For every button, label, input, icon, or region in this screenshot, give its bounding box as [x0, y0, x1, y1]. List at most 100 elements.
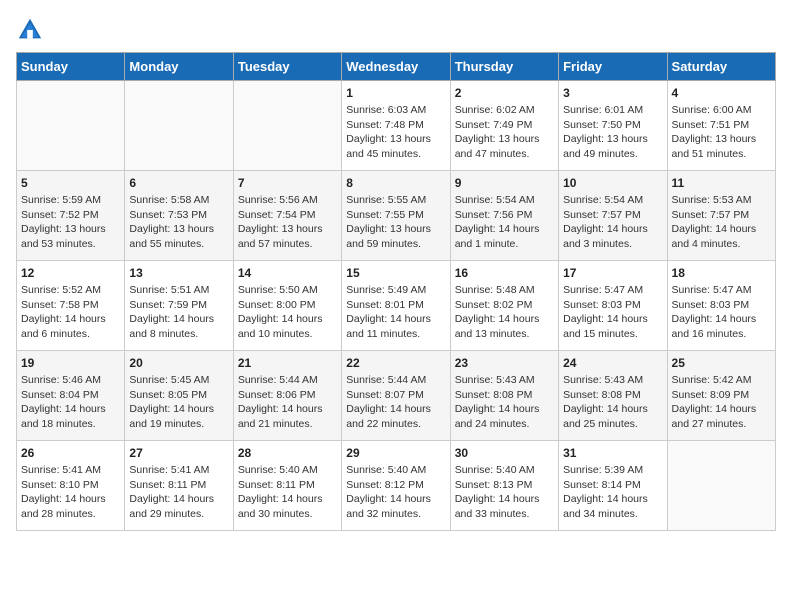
- header-day-wednesday: Wednesday: [342, 53, 450, 81]
- calendar-cell: 3 Sunrise: 6:01 AM Sunset: 7:50 PM Daylig…: [559, 81, 667, 171]
- calendar-cell: [233, 81, 341, 171]
- calendar-cell: 14 Sunrise: 5:50 AM Sunset: 8:00 PM Dayli…: [233, 261, 341, 351]
- day-number: 3: [563, 86, 662, 100]
- day-info: Sunrise: 5:54 AM Sunset: 7:56 PM Dayligh…: [455, 193, 554, 252]
- calendar-week-row: 1 Sunrise: 6:03 AM Sunset: 7:48 PM Daylig…: [17, 81, 776, 171]
- day-info: Sunrise: 6:03 AM Sunset: 7:48 PM Dayligh…: [346, 103, 445, 162]
- day-number: 19: [21, 356, 120, 370]
- calendar-week-row: 19Sunrise: 5:46 AM Sunset: 8:04 PM Dayli…: [17, 351, 776, 441]
- day-number: 9: [455, 176, 554, 190]
- day-number: 30: [455, 446, 554, 460]
- day-number: 17: [563, 266, 662, 280]
- calendar-cell: 22 Sunrise: 5:44 AM Sunset: 8:07 PM Dayli…: [342, 351, 450, 441]
- calendar-table: SundayMondayTuesdayWednesdayThursdayFrid…: [16, 52, 776, 531]
- calendar-week-row: 5 Sunrise: 5:59 AM Sunset: 7:52 PM Daylig…: [17, 171, 776, 261]
- day-number: 26: [21, 446, 120, 460]
- day-number: 24: [563, 356, 662, 370]
- day-info: Sunrise: 5:56 AM Sunset: 7:54 PM Dayligh…: [238, 193, 337, 252]
- calendar-cell: 21 Sunrise: 5:44 AM Sunset: 8:06 PM Dayli…: [233, 351, 341, 441]
- day-number: 22: [346, 356, 445, 370]
- day-number: 8: [346, 176, 445, 190]
- calendar-cell: [125, 81, 233, 171]
- calendar-cell: 28 Sunrise: 5:40 AM Sunset: 8:11 PM Dayli…: [233, 441, 341, 531]
- day-info: Sunrise: 5:40 AM Sunset: 8:12 PM Dayligh…: [346, 463, 445, 522]
- day-info: Sunrise: 6:02 AM Sunset: 7:49 PM Dayligh…: [455, 103, 554, 162]
- day-info: Sunrise: 5:40 AM Sunset: 8:11 PM Dayligh…: [238, 463, 337, 522]
- day-number: 10: [563, 176, 662, 190]
- day-info: Sunrise: 5:43 AM Sunset: 8:08 PM Dayligh…: [563, 373, 662, 432]
- day-number: 14: [238, 266, 337, 280]
- day-info: Sunrise: 5:43 AM Sunset: 8:08 PM Dayligh…: [455, 373, 554, 432]
- calendar-cell: 20 Sunrise: 5:45 AM Sunset: 8:05 PM Dayli…: [125, 351, 233, 441]
- day-info: Sunrise: 6:00 AM Sunset: 7:51 PM Dayligh…: [672, 103, 771, 162]
- day-info: Sunrise: 5:53 AM Sunset: 7:57 PM Dayligh…: [672, 193, 771, 252]
- day-number: 15: [346, 266, 445, 280]
- day-number: 18: [672, 266, 771, 280]
- calendar-cell: 31Sunrise: 5:39 AM Sunset: 8:14 PM Dayli…: [559, 441, 667, 531]
- calendar-cell: 17 Sunrise: 5:47 AM Sunset: 8:03 PM Dayli…: [559, 261, 667, 351]
- calendar-cell: 1 Sunrise: 6:03 AM Sunset: 7:48 PM Daylig…: [342, 81, 450, 171]
- day-info: Sunrise: 5:50 AM Sunset: 8:00 PM Dayligh…: [238, 283, 337, 342]
- day-number: 1: [346, 86, 445, 100]
- calendar-cell: 12 Sunrise: 5:52 AM Sunset: 7:58 PM Dayli…: [17, 261, 125, 351]
- calendar-cell: 7 Sunrise: 5:56 AM Sunset: 7:54 PM Daylig…: [233, 171, 341, 261]
- logo: [16, 16, 48, 44]
- calendar-week-row: 26 Sunrise: 5:41 AM Sunset: 8:10 PM Dayli…: [17, 441, 776, 531]
- day-number: 2: [455, 86, 554, 100]
- calendar-week-row: 12 Sunrise: 5:52 AM Sunset: 7:58 PM Dayli…: [17, 261, 776, 351]
- day-info: Sunrise: 5:54 AM Sunset: 7:57 PM Dayligh…: [563, 193, 662, 252]
- day-number: 21: [238, 356, 337, 370]
- day-number: 5: [21, 176, 120, 190]
- day-info: Sunrise: 6:01 AM Sunset: 7:50 PM Dayligh…: [563, 103, 662, 162]
- calendar-cell: 23 Sunrise: 5:43 AM Sunset: 8:08 PM Dayli…: [450, 351, 558, 441]
- calendar-cell: 15 Sunrise: 5:49 AM Sunset: 8:01 PM Dayli…: [342, 261, 450, 351]
- calendar-cell: 9 Sunrise: 5:54 AM Sunset: 7:56 PM Daylig…: [450, 171, 558, 261]
- calendar-cell: 13 Sunrise: 5:51 AM Sunset: 7:59 PM Dayli…: [125, 261, 233, 351]
- calendar-cell: 24 Sunrise: 5:43 AM Sunset: 8:08 PM Dayli…: [559, 351, 667, 441]
- day-number: 16: [455, 266, 554, 280]
- calendar-cell: [17, 81, 125, 171]
- day-number: 29: [346, 446, 445, 460]
- day-info: Sunrise: 5:51 AM Sunset: 7:59 PM Dayligh…: [129, 283, 228, 342]
- day-info: Sunrise: 5:41 AM Sunset: 8:11 PM Dayligh…: [129, 463, 228, 522]
- header-day-sunday: Sunday: [17, 53, 125, 81]
- day-info: Sunrise: 5:52 AM Sunset: 7:58 PM Dayligh…: [21, 283, 120, 342]
- calendar-cell: 6Sunrise: 5:58 AM Sunset: 7:53 PM Daylig…: [125, 171, 233, 261]
- day-info: Sunrise: 5:49 AM Sunset: 8:01 PM Dayligh…: [346, 283, 445, 342]
- calendar-cell: 16 Sunrise: 5:48 AM Sunset: 8:02 PM Dayli…: [450, 261, 558, 351]
- day-info: Sunrise: 5:42 AM Sunset: 8:09 PM Dayligh…: [672, 373, 771, 432]
- page-header: [16, 16, 776, 44]
- day-number: 23: [455, 356, 554, 370]
- calendar-cell: 27 Sunrise: 5:41 AM Sunset: 8:11 PM Dayli…: [125, 441, 233, 531]
- header-day-saturday: Saturday: [667, 53, 775, 81]
- day-info: Sunrise: 5:58 AM Sunset: 7:53 PM Dayligh…: [129, 193, 228, 252]
- day-number: 28: [238, 446, 337, 460]
- calendar-cell: 29 Sunrise: 5:40 AM Sunset: 8:12 PM Dayli…: [342, 441, 450, 531]
- logo-icon: [16, 16, 44, 44]
- day-info: Sunrise: 5:59 AM Sunset: 7:52 PM Dayligh…: [21, 193, 120, 252]
- day-info: Sunrise: 5:47 AM Sunset: 8:03 PM Dayligh…: [563, 283, 662, 342]
- day-info: Sunrise: 5:45 AM Sunset: 8:05 PM Dayligh…: [129, 373, 228, 432]
- day-number: 11: [672, 176, 771, 190]
- calendar-cell: 4Sunrise: 6:00 AM Sunset: 7:51 PM Daylig…: [667, 81, 775, 171]
- calendar-cell: 8Sunrise: 5:55 AM Sunset: 7:55 PM Daylig…: [342, 171, 450, 261]
- day-info: Sunrise: 5:44 AM Sunset: 8:07 PM Dayligh…: [346, 373, 445, 432]
- day-info: Sunrise: 5:39 AM Sunset: 8:14 PM Dayligh…: [563, 463, 662, 522]
- calendar-cell: 18 Sunrise: 5:47 AM Sunset: 8:03 PM Dayli…: [667, 261, 775, 351]
- calendar-cell: 2 Sunrise: 6:02 AM Sunset: 7:49 PM Daylig…: [450, 81, 558, 171]
- header-day-monday: Monday: [125, 53, 233, 81]
- day-info: Sunrise: 5:41 AM Sunset: 8:10 PM Dayligh…: [21, 463, 120, 522]
- calendar-cell: 5 Sunrise: 5:59 AM Sunset: 7:52 PM Daylig…: [17, 171, 125, 261]
- day-info: Sunrise: 5:44 AM Sunset: 8:06 PM Dayligh…: [238, 373, 337, 432]
- day-number: 20: [129, 356, 228, 370]
- day-number: 27: [129, 446, 228, 460]
- day-number: 13: [129, 266, 228, 280]
- day-number: 7: [238, 176, 337, 190]
- day-info: Sunrise: 5:47 AM Sunset: 8:03 PM Dayligh…: [672, 283, 771, 342]
- calendar-cell: 26 Sunrise: 5:41 AM Sunset: 8:10 PM Dayli…: [17, 441, 125, 531]
- calendar-cell: 30Sunrise: 5:40 AM Sunset: 8:13 PM Dayli…: [450, 441, 558, 531]
- day-info: Sunrise: 5:48 AM Sunset: 8:02 PM Dayligh…: [455, 283, 554, 342]
- day-number: 12: [21, 266, 120, 280]
- calendar-cell: 10 Sunrise: 5:54 AM Sunset: 7:57 PM Dayli…: [559, 171, 667, 261]
- calendar-cell: 25Sunrise: 5:42 AM Sunset: 8:09 PM Dayli…: [667, 351, 775, 441]
